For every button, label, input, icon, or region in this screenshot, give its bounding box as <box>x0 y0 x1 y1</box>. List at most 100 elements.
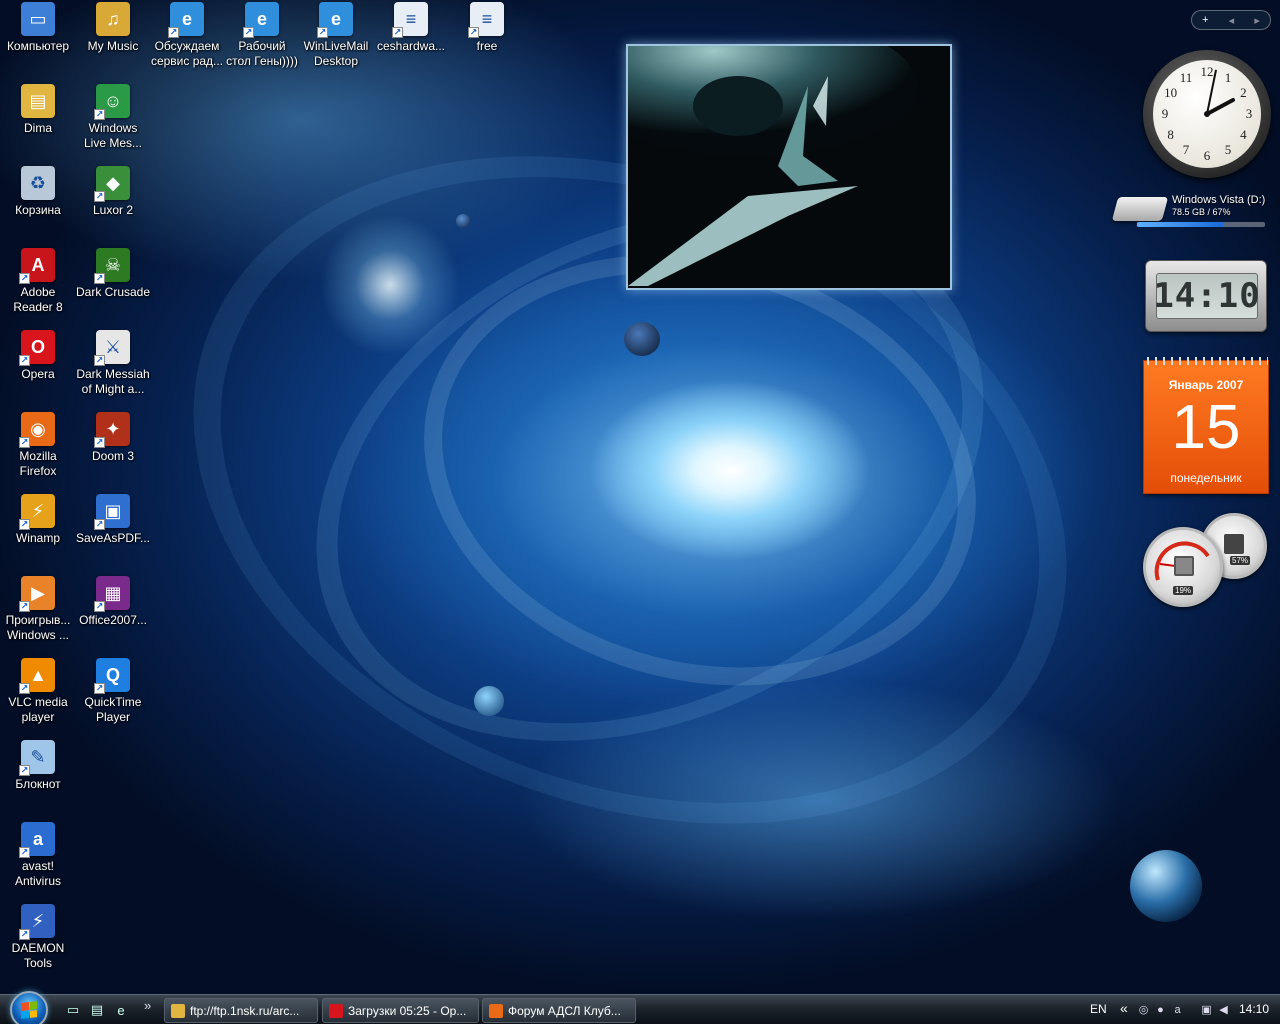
desktop-icon[interactable]: A ↗ Adobe Reader 8 <box>0 248 76 315</box>
show-desktop-icon[interactable]: ▭ <box>64 1002 82 1018</box>
volume-tray-icon[interactable]: ◀ <box>1216 1002 1231 1017</box>
ie-shortcut-icon: e ↗ <box>168 2 204 38</box>
switch-windows-icon[interactable]: ▤ <box>88 1002 106 1018</box>
network-tray-icon[interactable]: ◎ <box>1136 1002 1151 1017</box>
drive-usage-bar <box>1137 222 1265 227</box>
clock-number: 12 <box>1200 64 1214 79</box>
desktop-icon-label: Mozilla Firefox <box>19 449 57 478</box>
desktop-icon-label: avast! Antivirus <box>14 859 61 888</box>
desktop-icon[interactable]: ◉ ↗ Mozilla Firefox <box>0 412 76 479</box>
desktop-icon-label: Блокнот <box>15 777 61 791</box>
add-gadget-button[interactable]: + <box>1202 14 1208 26</box>
desktop-icon-label: Обсуждаем сервис рад... <box>150 39 224 68</box>
desktop-icon[interactable]: ♫ My Music <box>75 2 151 54</box>
desktop-icon[interactable]: ☠ ↗ Dark Crusade <box>75 248 151 300</box>
quick-launch-more-button[interactable]: » <box>144 998 151 1013</box>
messenger-icon: ☺ ↗ <box>94 84 130 120</box>
desktop-icon-label: Рабочий стол Гены)))) <box>226 39 298 68</box>
shortcut-arrow-icon: ↗ <box>19 519 30 530</box>
desktop-icon-label: QuickTime Player <box>84 695 142 724</box>
desktop-icon[interactable]: ☺ ↗ Windows Live Mes... <box>75 84 151 151</box>
shortcut-arrow-icon: ↗ <box>94 191 105 202</box>
drive-meter-gadget[interactable]: Windows Vista (D:) 78.5 GB / 67% <box>1111 193 1273 233</box>
desktop-icon[interactable]: ▲ ↗ VLC media player <box>0 658 76 725</box>
desktop-icon[interactable]: ≡ ↗ ceshardwa... <box>373 2 449 54</box>
desktop-icon[interactable]: ▣ ↗ SaveAsPDF... <box>75 494 151 546</box>
messenger-tray-icon[interactable]: ● <box>1153 1002 1168 1017</box>
desktop-icon[interactable]: ♻ Корзина <box>0 166 76 218</box>
desktop-icon-label: Opera <box>21 367 55 381</box>
desktop-icon[interactable]: ▭ Компьютер <box>0 2 76 54</box>
desktop-icon-label: Luxor 2 <box>92 203 134 217</box>
sidebar-prev-button[interactable]: ◂ <box>1229 14 1235 27</box>
desktop-icon[interactable]: ⚡ ↗ DAEMON Tools <box>0 904 76 971</box>
sidebar-next-button[interactable]: ▸ <box>1254 14 1260 27</box>
desktop-icon-label: free <box>476 39 498 53</box>
desktop-icon[interactable]: e ↗ WinLiveMail Desktop <box>298 2 374 69</box>
desktop-icon-label: WinLiveMail Desktop <box>303 39 369 68</box>
calendar-month: Январь 2007 <box>1168 378 1244 392</box>
desktop-icon-label: Adobe Reader 8 <box>13 285 63 314</box>
media-preview-window[interactable] <box>626 44 952 290</box>
windows-flag-icon <box>21 1001 37 1019</box>
connection-tray-icon[interactable]: ▣ <box>1199 1002 1214 1017</box>
shortcut-arrow-icon: ↗ <box>19 765 30 776</box>
dark-crusade-icon: ☠ ↗ <box>94 248 130 284</box>
shortcut-arrow-icon: ↗ <box>94 437 105 448</box>
ie-icon[interactable]: e <box>112 1002 130 1018</box>
desktop-icon[interactable]: ◆ ↗ Luxor 2 <box>75 166 151 218</box>
desktop-icon-label: Winamp <box>15 531 60 545</box>
shortcut-arrow-icon: ↗ <box>392 27 403 38</box>
taskbar-button-label: Форум АДСЛ Клуб... <box>508 1003 621 1018</box>
desktop-icon[interactable]: e ↗ Рабочий стол Гены)))) <box>224 2 300 69</box>
taskbar-button[interactable]: Загрузки 05:25 - Op... <box>322 998 479 1023</box>
analog-clock-gadget[interactable]: 12 1 2 3 4 5 6 7 8 9 10 11 <box>1143 50 1271 178</box>
clock-face: 12 1 2 3 4 5 6 7 8 9 10 11 <box>1153 60 1261 168</box>
cpu-meter[interactable]: 19% <box>1143 527 1223 607</box>
desktop-icon[interactable]: ⚔ ↗ Dark Messiah of Might a... <box>75 330 151 397</box>
start-button[interactable] <box>10 991 48 1024</box>
desktop-icon-label: Dark Messiah of Might a... <box>76 367 150 396</box>
memory-value: 57% <box>1230 556 1251 565</box>
avast-tray-icon[interactable]: a <box>1170 1002 1185 1017</box>
avast-icon: a ↗ <box>19 822 55 858</box>
taskbar: ▭ ▤ e » ftp://ftp.1nsk.ru/arc... Загрузки 0… <box>0 991 1280 1024</box>
tray-clock[interactable]: 14:10 <box>1239 1002 1269 1016</box>
media-preview-image <box>628 46 950 288</box>
language-indicator[interactable]: EN <box>1090 1002 1107 1016</box>
clock-number: 5 <box>1224 142 1232 158</box>
desktop-icon[interactable]: ▤ Dima <box>0 84 76 136</box>
save-as-pdf-icon: ▣ ↗ <box>94 494 130 530</box>
clock-number: 7 <box>1182 142 1190 158</box>
desktop-icon[interactable]: ≡ ↗ free <box>449 2 525 54</box>
taskbar-button-label: Загрузки 05:25 - Op... <box>348 1003 467 1018</box>
folder-icon: ▤ <box>21 84 55 118</box>
taskbar-button[interactable]: Форум АДСЛ Клуб... <box>482 998 636 1023</box>
shortcut-arrow-icon: ↗ <box>19 355 30 366</box>
firefox-icon: ◉ ↗ <box>19 412 55 448</box>
clock-number: 3 <box>1245 106 1253 121</box>
calendar-weekday: понедельник <box>1170 471 1242 485</box>
desktop-icon[interactable]: a ↗ avast! Antivirus <box>0 822 76 889</box>
dark-messiah-icon: ⚔ ↗ <box>94 330 130 366</box>
shortcut-arrow-icon: ↗ <box>94 355 105 366</box>
quicktime-icon: Q ↗ <box>94 658 130 694</box>
calendar-gadget[interactable]: Январь 2007 15 понедельник <box>1143 357 1269 494</box>
desktop-icon[interactable]: ▦ ↗ Office2007... <box>75 576 151 628</box>
desktop-icon[interactable]: ⚡ ↗ Winamp <box>0 494 76 546</box>
digital-clock-gadget[interactable]: 14:10 <box>1145 260 1267 332</box>
desktop-icon[interactable]: e ↗ Обсуждаем сервис рад... <box>149 2 225 69</box>
desktop-icon-label: My Music <box>87 39 139 53</box>
taskbar-button[interactable]: ftp://ftp.1nsk.ru/arc... <box>164 998 318 1023</box>
desktop-icon[interactable]: ▶ ↗ Проигрыв... Windows ... <box>0 576 76 643</box>
desktop-icon[interactable]: Q ↗ QuickTime Player <box>75 658 151 725</box>
winrar-icon: ▦ ↗ <box>94 576 130 612</box>
desktop-icon-label: SaveAsPDF... <box>75 531 151 545</box>
memory-chip-icon <box>1224 534 1244 554</box>
vlc-icon: ▲ ↗ <box>19 658 55 694</box>
desktop-icon[interactable]: ✎ ↗ Блокнот <box>0 740 76 792</box>
adobe-reader-icon: A ↗ <box>19 248 55 284</box>
tray-expand-button[interactable]: « <box>1120 1000 1128 1016</box>
desktop-icon[interactable]: ✦ ↗ Doom 3 <box>75 412 151 464</box>
desktop-icon[interactable]: O ↗ Opera <box>0 330 76 382</box>
